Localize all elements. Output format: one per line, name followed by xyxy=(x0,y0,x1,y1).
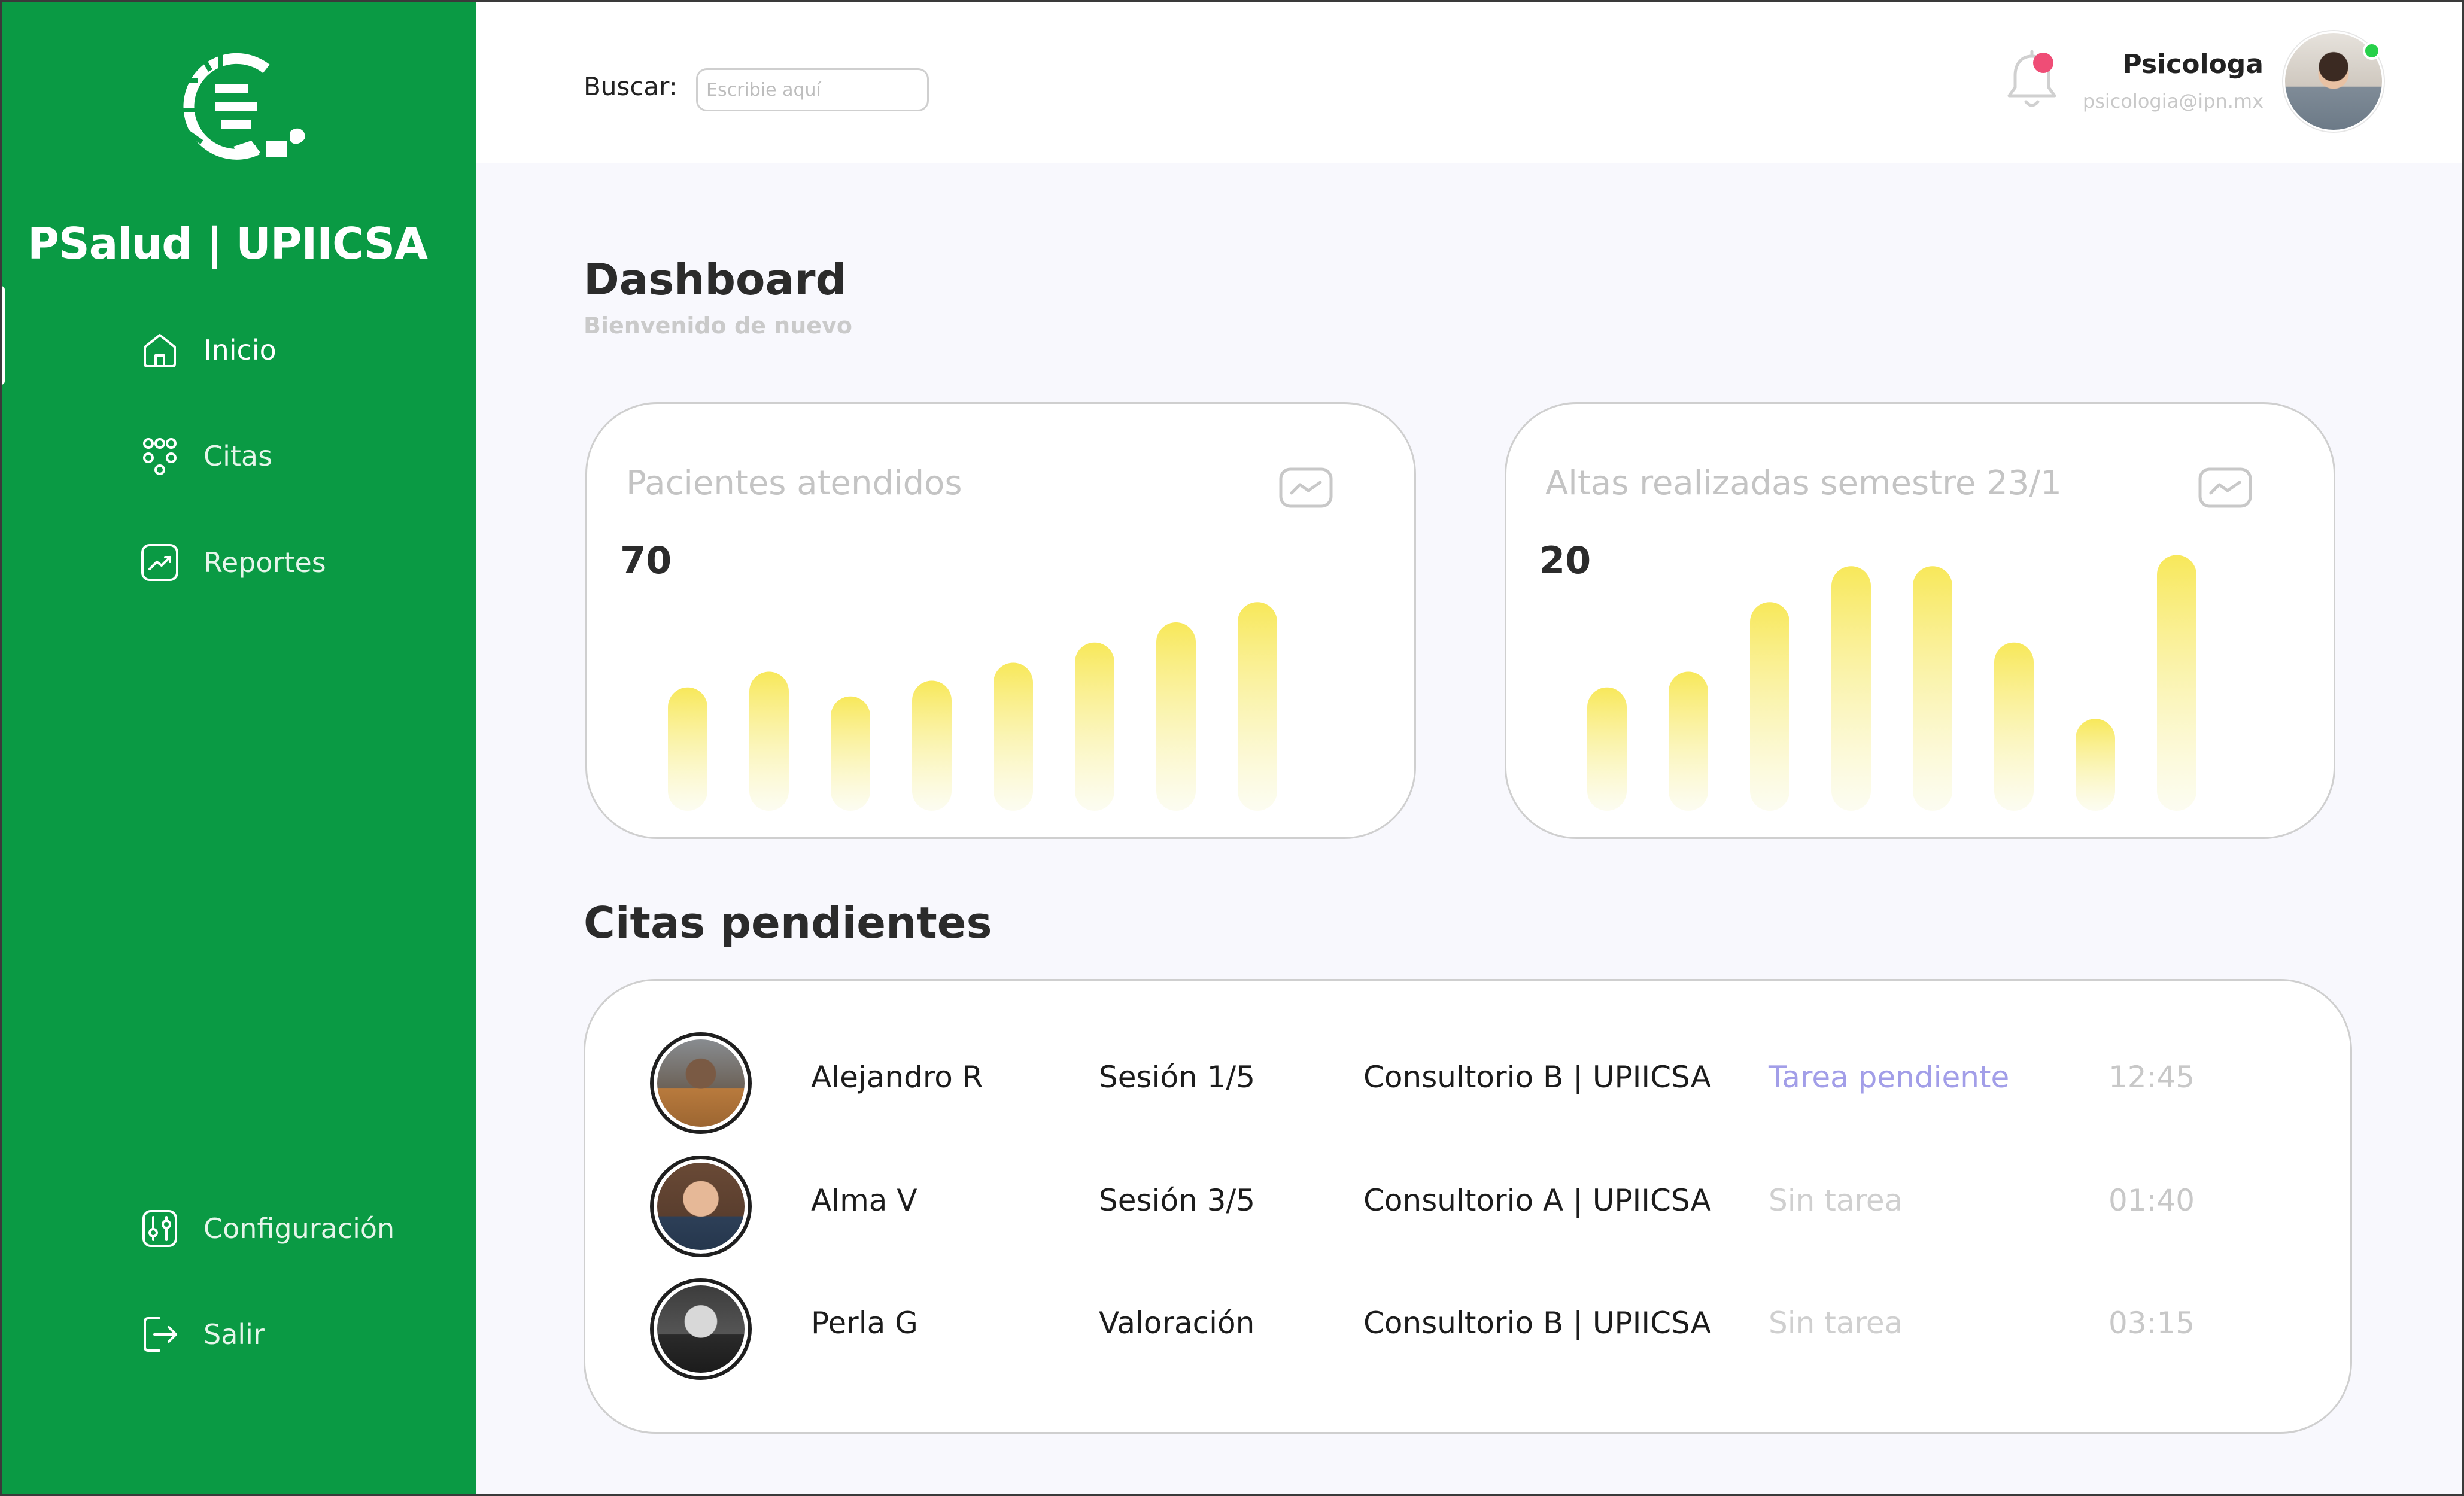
patient-name: Alma V xyxy=(811,1183,917,1218)
chart-bar xyxy=(912,680,952,811)
table-row[interactable]: Alma V Sesión 3/5 Consultorio A | UPIICS… xyxy=(585,1154,2354,1262)
task-status: Sin tarea xyxy=(1769,1183,1903,1218)
avatar xyxy=(650,1278,752,1380)
chart-bar xyxy=(994,662,1033,811)
chart-bar xyxy=(2157,555,2196,811)
section-title-citas: Citas pendientes xyxy=(584,898,992,948)
chart-bar xyxy=(1075,642,1114,811)
brand-title: PSalud | UPIICSA xyxy=(28,218,428,269)
task-status[interactable]: Tarea pendiente xyxy=(1769,1060,2009,1094)
page-subtitle: Bienvenido de nuevo xyxy=(584,312,852,339)
active-nav-indicator xyxy=(0,286,5,385)
home-icon xyxy=(144,334,176,367)
chart-bar xyxy=(1750,602,1789,811)
search-input[interactable] xyxy=(696,68,929,111)
table-row[interactable]: Perla G Valoración Consultorio B | UPIIC… xyxy=(585,1277,2354,1385)
settings-sliders-icon xyxy=(142,1210,177,1247)
sidebar-item-citas[interactable]: Citas xyxy=(139,432,272,480)
chart-bar xyxy=(749,671,789,811)
sidebar-item-salir[interactable]: Salir xyxy=(139,1310,265,1358)
appointment-time: 01:40 xyxy=(2108,1183,2195,1218)
sidebar-item-reportes[interactable]: Reportes xyxy=(139,539,326,586)
sidebar: PSalud | UPIICSA Inicio Citas Reportes C… xyxy=(0,0,476,1496)
chart-bar xyxy=(1994,642,2034,811)
sidebar-item-label: Citas xyxy=(203,440,273,472)
appointment-time: 03:15 xyxy=(2108,1306,2195,1340)
sidebar-item-label: Inicio xyxy=(203,334,277,366)
sidebar-item-label: Salir xyxy=(203,1318,265,1351)
chart-bar xyxy=(1831,566,1871,811)
pacientes-bar-chart xyxy=(668,602,1277,811)
table-row[interactable]: Alejandro R Sesión 1/5 Consultorio B | U… xyxy=(585,1031,2354,1139)
chart-bar xyxy=(1669,671,1708,811)
altas-bar-chart xyxy=(1587,555,2196,811)
appointments-list: Alejandro R Sesión 1/5 Consultorio B | U… xyxy=(584,979,2352,1434)
people-icon xyxy=(143,438,177,475)
appointment-time: 12:45 xyxy=(2108,1060,2195,1094)
room-label: Consultorio A | UPIICSA xyxy=(1363,1183,1711,1218)
chart-bar xyxy=(831,696,870,811)
avatar xyxy=(650,1156,752,1257)
online-status-dot xyxy=(2363,42,2381,60)
task-status: Sin tarea xyxy=(1769,1306,1903,1340)
sidebar-item-label: Reportes xyxy=(203,546,326,579)
chart-bar xyxy=(1587,687,1627,811)
session-label: Sesión 3/5 xyxy=(1099,1183,1256,1218)
search-label: Buscar: xyxy=(584,72,677,101)
session-label: Sesión 1/5 xyxy=(1099,1060,1256,1094)
sidebar-item-inicio[interactable]: Inicio xyxy=(139,326,277,374)
sidebar-item-label: Configuración xyxy=(203,1212,395,1245)
notification-badge xyxy=(2033,53,2053,73)
page-title: Dashboard xyxy=(584,254,847,305)
chart-bar xyxy=(1238,602,1277,811)
chart-trend-icon xyxy=(141,544,178,581)
user-email: psicologia@ipn.mx xyxy=(2082,90,2264,112)
session-label: Valoración xyxy=(1099,1306,1255,1340)
chart-bar xyxy=(1156,622,1196,811)
card-pacientes-atendidos: Pacientes atendidos 70 xyxy=(585,402,1416,839)
bell-icon[interactable] xyxy=(2002,48,2062,114)
logout-icon xyxy=(144,1317,177,1352)
ipn-logo-icon xyxy=(177,51,305,160)
sidebar-item-configuracion[interactable]: Configuración xyxy=(139,1205,394,1252)
chart-bar xyxy=(1913,566,1952,811)
avatar xyxy=(650,1032,752,1134)
chart-bar xyxy=(668,687,707,811)
room-label: Consultorio B | UPIICSA xyxy=(1363,1306,1711,1340)
chart-bar xyxy=(2076,719,2115,811)
room-label: Consultorio B | UPIICSA xyxy=(1363,1060,1711,1094)
patient-name: Perla G xyxy=(811,1306,918,1340)
card-altas-realizadas: Altas realizadas semestre 23/1 20 xyxy=(1505,402,2335,839)
patient-name: Alejandro R xyxy=(811,1060,983,1094)
user-name: Psicologa xyxy=(2122,49,2264,80)
